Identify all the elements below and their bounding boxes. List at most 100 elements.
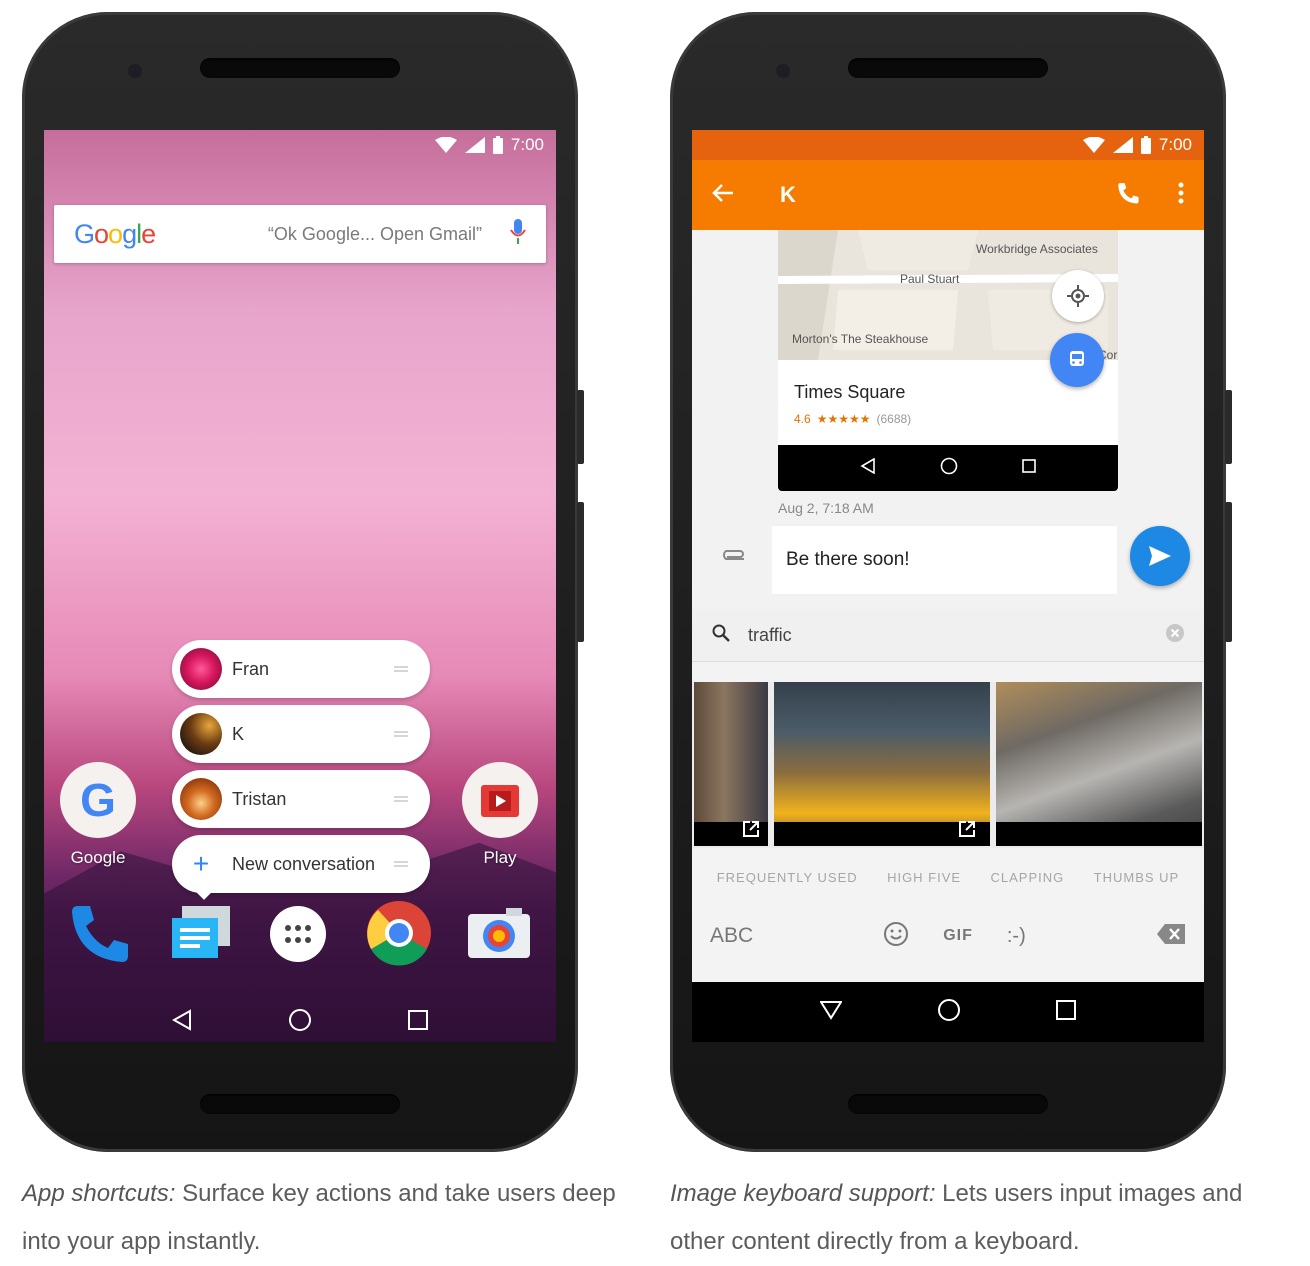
left-caption: App shortcuts: Surface key actions and t… — [22, 1170, 642, 1266]
drag-handle-icon[interactable] — [394, 861, 408, 867]
status-time: 7:00 — [510, 135, 544, 154]
shortcut-label: New conversation — [232, 853, 376, 874]
image-footer — [996, 822, 1202, 846]
home-icon[interactable] — [288, 1008, 312, 1037]
clear-icon[interactable] — [1166, 624, 1184, 647]
right-caption: Image keyboard support: Lets users input… — [670, 1170, 1290, 1266]
play-app-icon[interactable] — [462, 762, 538, 838]
recents-icon[interactable] — [1056, 999, 1077, 1025]
message-text: Be there soon! — [786, 549, 910, 570]
front-camera — [776, 64, 790, 78]
nav-bar — [44, 992, 556, 1042]
volume-button — [577, 502, 584, 642]
traffic-image[interactable] — [996, 682, 1202, 846]
plus-icon: + — [192, 848, 210, 879]
back-icon[interactable] — [171, 1008, 192, 1036]
abc-key[interactable]: ABC — [710, 924, 753, 948]
traffic-image[interactable] — [694, 682, 768, 846]
drag-handle-icon[interactable] — [394, 796, 408, 802]
category-tab[interactable]: FREQUENTLY USED — [717, 870, 858, 896]
home-icon — [940, 457, 958, 480]
traffic-image[interactable] — [774, 682, 990, 846]
map-label: Morton's The Steakhouse — [792, 332, 929, 346]
recents-icon — [1022, 458, 1036, 478]
conversation-area: Workbridge Associates Paul Stuart Morton… — [692, 230, 1204, 610]
top-speaker — [848, 58, 1048, 78]
rating-stars: ★★★★★ — [816, 412, 871, 426]
wifi-icon — [434, 137, 457, 153]
power-button — [577, 390, 584, 464]
bottom-speaker — [848, 1094, 1048, 1114]
image-results — [692, 682, 1204, 848]
image-nav-bar — [778, 445, 1118, 491]
search-hint: “Ok Google... Open Gmail” — [267, 223, 482, 244]
send-button[interactable] — [1130, 526, 1190, 586]
place-name: Times Square — [794, 382, 906, 402]
my-location-button[interactable] — [1052, 270, 1104, 322]
mic-icon[interactable] — [510, 218, 526, 250]
search-query: traffic — [748, 625, 792, 645]
search-icon — [712, 624, 730, 647]
open-external-icon[interactable] — [958, 820, 976, 843]
status-time: 7:00 — [1158, 135, 1192, 154]
location-icon — [1067, 285, 1089, 307]
shortcut-fran[interactable]: Fran — [172, 640, 430, 698]
map-label: Workbridge Associates — [976, 242, 1098, 256]
camera-app-icon[interactable] — [466, 900, 532, 971]
caption-lead: Image keyboard support: — [670, 1180, 936, 1207]
message-timestamp: Aug 2, 7:18 AM — [778, 500, 874, 516]
category-tabs: FREQUENTLY USED HIGH FIVE CLAPPING THUMB… — [692, 870, 1204, 896]
avatar — [180, 713, 222, 755]
attach-icon[interactable] — [718, 550, 746, 573]
collapse-icon[interactable] — [818, 1000, 843, 1025]
drag-handle-icon[interactable] — [394, 731, 408, 737]
app-drawer-icon[interactable] — [270, 906, 326, 967]
google-app-icon[interactable]: G — [60, 762, 136, 838]
phone-app-icon[interactable] — [66, 900, 132, 971]
shortcut-k[interactable]: K — [172, 705, 430, 763]
messenger-app-icon[interactable] — [168, 900, 234, 971]
back-arrow-icon[interactable] — [712, 183, 734, 208]
messaging-screen: 7:00 K Workbridge Associates Paul Stuart… — [692, 130, 1204, 1042]
google-logo: Google — [74, 218, 156, 249]
app-bar: K — [692, 160, 1204, 230]
open-external-icon[interactable] — [742, 820, 760, 843]
message-input[interactable]: Be there soon! — [772, 526, 1117, 594]
power-button — [1225, 390, 1232, 464]
shortcut-new-conversation[interactable]: + New conversation — [172, 835, 430, 893]
place-rating: 4.6 ★★★★★ (6688) — [794, 412, 911, 426]
transit-button[interactable] — [1050, 333, 1104, 387]
right-phone: 7:00 K Workbridge Associates Paul Stuart… — [670, 12, 1232, 1152]
status-bar: 7:00 — [44, 130, 556, 160]
bottom-speaker — [200, 1094, 400, 1114]
volume-button — [1225, 502, 1232, 642]
gif-key[interactable]: GIF — [943, 927, 973, 945]
google-search-bar[interactable]: Google “Ok Google... Open Gmail” — [54, 205, 546, 263]
front-camera — [128, 64, 142, 78]
keyboard-search[interactable]: traffic — [692, 610, 1204, 662]
category-tab[interactable]: THUMBS UP — [1094, 870, 1180, 896]
signal-icon — [464, 137, 485, 153]
left-phone: 7:00 Google “Ok Google... Open Gmail” Fr… — [22, 12, 584, 1152]
recents-icon[interactable] — [408, 1009, 428, 1035]
category-tab[interactable]: CLAPPING — [991, 870, 1065, 896]
conversation-title: K — [780, 182, 796, 207]
call-icon[interactable] — [1116, 181, 1140, 210]
battery-icon — [492, 136, 503, 154]
back-icon — [860, 457, 876, 479]
send-icon — [1149, 546, 1171, 566]
emoji-key[interactable] — [883, 921, 909, 952]
shortcut-label: Tristan — [232, 788, 287, 809]
category-tab[interactable]: HIGH FIVE — [887, 870, 961, 896]
shortcut-tristan[interactable]: Tristan — [172, 770, 430, 828]
drag-handle-icon[interactable] — [394, 666, 408, 672]
caption-lead: App shortcuts: — [22, 1180, 176, 1207]
backspace-icon[interactable] — [1156, 923, 1186, 950]
home-icon[interactable] — [937, 998, 961, 1027]
overflow-menu-icon[interactable] — [1178, 182, 1184, 209]
chrome-app-icon[interactable] — [366, 900, 432, 971]
emoticon-key[interactable]: :-) — [1007, 925, 1026, 948]
emoji-icon — [884, 921, 909, 946]
review-count: (6688) — [876, 412, 912, 426]
rating-value: 4.6 — [794, 412, 811, 426]
